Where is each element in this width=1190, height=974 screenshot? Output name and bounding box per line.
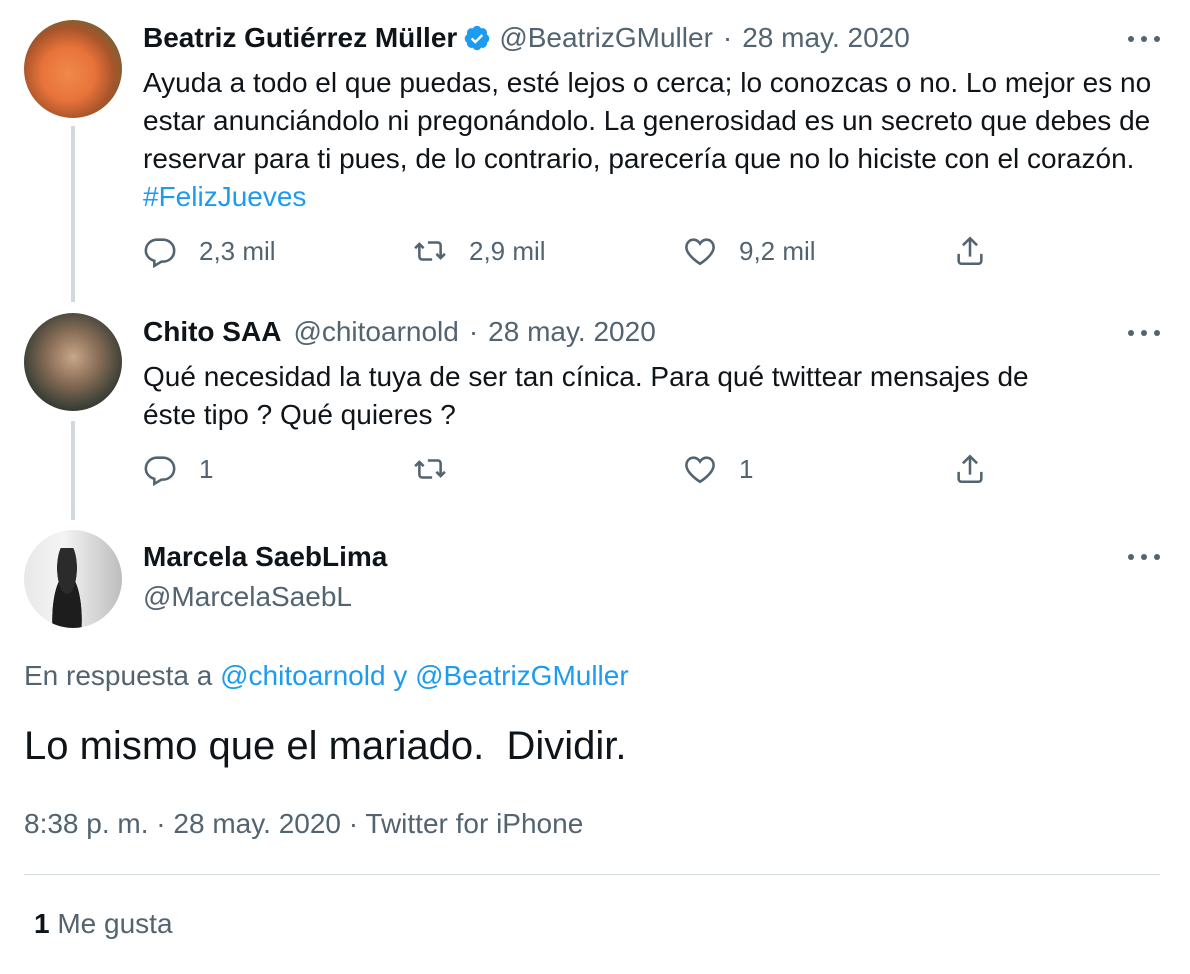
retweet-count: 2,9 mil [469, 235, 546, 266]
more-icon[interactable] [1128, 33, 1160, 45]
thread-line [71, 421, 75, 520]
reply-icon [144, 456, 176, 486]
tweet-source[interactable]: Twitter for iPhone [365, 808, 583, 839]
reply-context: En respuesta a @chitoarnold y @BeatrizGM… [24, 660, 629, 692]
author-name[interactable]: Chito SAA [143, 316, 281, 348]
reply-conjunction: y [393, 660, 408, 691]
focus-tweet-text: Lo mismo que el mariado. Dividir. [24, 724, 627, 768]
tweet-1-text: Ayuda a todo el que puedas, esté lejos o… [143, 64, 1153, 216]
reply-icon [144, 238, 176, 268]
avatar-chito[interactable] [24, 313, 122, 411]
separator-dot: · [156, 808, 174, 839]
separator-dot: · [348, 808, 366, 839]
hashtag-link[interactable]: #FelizJueves [143, 181, 306, 212]
more-icon[interactable] [1128, 551, 1160, 563]
separator-dot: · [468, 316, 479, 347]
tweet-date[interactable]: 28 may. 2020 [742, 22, 910, 54]
retweet-button[interactable]: 2,9 mil [413, 234, 546, 268]
thread-line [71, 126, 75, 302]
tweet-2-header: Chito SAA @chitoarnold · 28 may. 2020 [143, 316, 656, 348]
like-count: 1 [739, 453, 754, 484]
author-handle[interactable]: @MarcelaSaebL [143, 581, 387, 613]
likes-label: Me gusta [57, 908, 173, 939]
tweet-2-text: Qué necesidad la tuya de ser tan cínica.… [143, 358, 1153, 434]
tweet-text-line: éste tipo ? Qué quieres ? [143, 399, 456, 430]
reply-count: 2,3 mil [199, 235, 276, 266]
author-handle[interactable]: @BeatrizGMuller [499, 22, 713, 54]
reply-button[interactable]: 2,3 mil [143, 234, 276, 268]
share-icon [957, 454, 983, 484]
likes-count: 1 [34, 908, 50, 939]
author-name[interactable]: Marcela SaebLima [143, 541, 387, 573]
tweet-date[interactable]: 28 may. 2020 [488, 316, 656, 348]
tweet-text-line: Qué necesidad la tuya de ser tan cínica.… [143, 361, 1029, 392]
retweet-icon [414, 241, 446, 261]
tweet-1-actions: 2,3 mil 2,9 mil 9,2 mil [143, 234, 1003, 274]
separator-dot: · [722, 22, 733, 53]
like-icon [685, 238, 715, 266]
like-icon [685, 456, 715, 484]
share-button[interactable] [953, 234, 1009, 268]
avatar-marcela[interactable] [24, 530, 122, 628]
like-count: 9,2 mil [739, 235, 816, 266]
retweet-icon [414, 459, 446, 479]
reply-prefix: En respuesta a [24, 660, 213, 691]
reply-count: 1 [199, 453, 214, 484]
focus-tweet-header: Marcela SaebLima @MarcelaSaebL [143, 541, 387, 613]
author-name[interactable]: Beatriz Gutiérrez Müller [143, 22, 457, 54]
like-button[interactable]: 1 [683, 452, 753, 486]
tweet-meta: 8:38 p. m. · 28 may. 2020 · Twitter for … [24, 808, 583, 840]
tweet-1-header: Beatriz Gutiérrez Müller @BeatrizGMuller… [143, 22, 910, 54]
tweet-2-actions: 1 1 [143, 452, 1003, 492]
author-handle[interactable]: @chitoarnold [293, 316, 458, 348]
reply-user-link[interactable]: @chitoarnold [220, 660, 385, 691]
reply-user-link[interactable]: @BeatrizGMuller [415, 660, 629, 691]
like-button[interactable]: 9,2 mil [683, 234, 816, 268]
share-icon [957, 236, 983, 266]
tweet-date[interactable]: 28 may. 2020 [173, 808, 341, 839]
retweet-button[interactable] [413, 452, 469, 486]
divider [24, 874, 1160, 875]
share-button[interactable] [953, 452, 1009, 486]
verified-icon [465, 25, 490, 51]
tweet-text: Ayuda a todo el que puedas, esté lejos o… [143, 67, 1152, 174]
more-icon[interactable] [1128, 327, 1160, 339]
reply-button[interactable]: 1 [143, 452, 213, 486]
avatar-figure [44, 548, 90, 628]
tweet-time[interactable]: 8:38 p. m. [24, 808, 149, 839]
likes-summary[interactable]: 1 Me gusta [34, 908, 173, 940]
avatar-beatriz[interactable] [24, 20, 122, 118]
